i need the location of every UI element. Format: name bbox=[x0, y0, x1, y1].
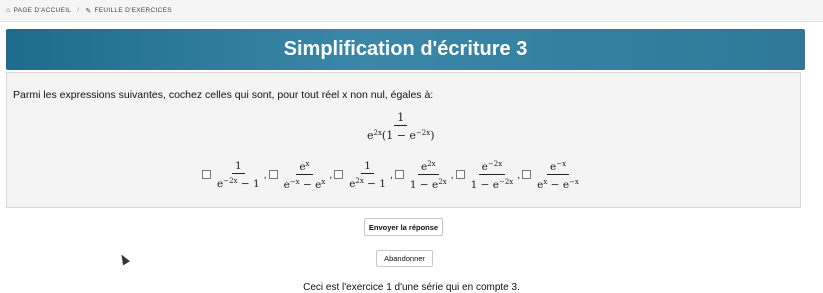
exercise-progress-text: Ceci est l'exercice 1 d'une série qui en… bbox=[303, 282, 520, 293]
option-5[interactable]: e−2x 1 − e−2x, bbox=[455, 157, 523, 192]
mouse-cursor-icon bbox=[118, 252, 130, 266]
option-1[interactable]: 1 e−2x − 1, bbox=[202, 159, 269, 191]
option-fraction: 1 e−2x − 1 bbox=[217, 159, 260, 190]
page-title: Simplification d'écriture 3 bbox=[283, 38, 528, 60]
option-checkbox[interactable] bbox=[522, 170, 532, 179]
options-list: 1 e−2x − 1, ex e−x − ex, 1 e2x − 1, e2x 1 − … bbox=[202, 157, 582, 192]
option-fraction: e−x ex − e−x bbox=[534, 157, 582, 192]
option-checkbox[interactable] bbox=[334, 170, 344, 179]
exercise-panel: Parmi les expressions suivantes, cochez … bbox=[6, 72, 801, 208]
option-checkbox[interactable] bbox=[455, 170, 465, 179]
option-fraction: 1 e2x − 1 bbox=[349, 159, 386, 190]
option-checkbox[interactable] bbox=[268, 170, 278, 179]
breadcrumb: ⌂ PAGE D'ACCUEIL / ✎ FEUILLE D'EXERCICES bbox=[0, 0, 823, 22]
submit-answer-button[interactable]: Envoyer la réponse bbox=[364, 218, 443, 236]
breadcrumb-current-link[interactable]: FEUILLE D'EXERCICES bbox=[95, 7, 172, 14]
option-fraction: e−2x 1 − e−2x bbox=[468, 157, 517, 192]
home-icon: ⌂ bbox=[6, 7, 11, 14]
target-expression: 1 e2x(1 − e−2x) bbox=[364, 111, 438, 143]
option-2[interactable]: ex e−x − ex, bbox=[268, 157, 335, 192]
breadcrumb-separator: / bbox=[77, 7, 80, 14]
option-checkbox[interactable] bbox=[202, 170, 211, 179]
option-4[interactable]: e2x 1 − e2x, bbox=[394, 157, 456, 192]
breadcrumb-home-link[interactable]: PAGE D'ACCUEIL bbox=[14, 7, 72, 14]
title-banner: Simplification d'écriture 3 bbox=[6, 29, 805, 70]
abandon-button[interactable]: Abandonner bbox=[376, 250, 433, 267]
option-fraction: ex e−x − ex bbox=[281, 157, 329, 192]
target-denominator: e2x(1 − e−2x) bbox=[367, 129, 435, 142]
target-numerator: 1 bbox=[394, 111, 408, 126]
option-fraction: e2x 1 − e2x bbox=[407, 157, 450, 192]
option-checkbox[interactable] bbox=[394, 170, 404, 179]
option-6[interactable]: e−x ex − e−x bbox=[522, 157, 582, 192]
edit-icon: ✎ bbox=[85, 7, 92, 15]
question-text: Parmi les expressions suivantes, cochez … bbox=[13, 89, 434, 101]
option-3[interactable]: 1 e2x − 1, bbox=[334, 159, 395, 191]
